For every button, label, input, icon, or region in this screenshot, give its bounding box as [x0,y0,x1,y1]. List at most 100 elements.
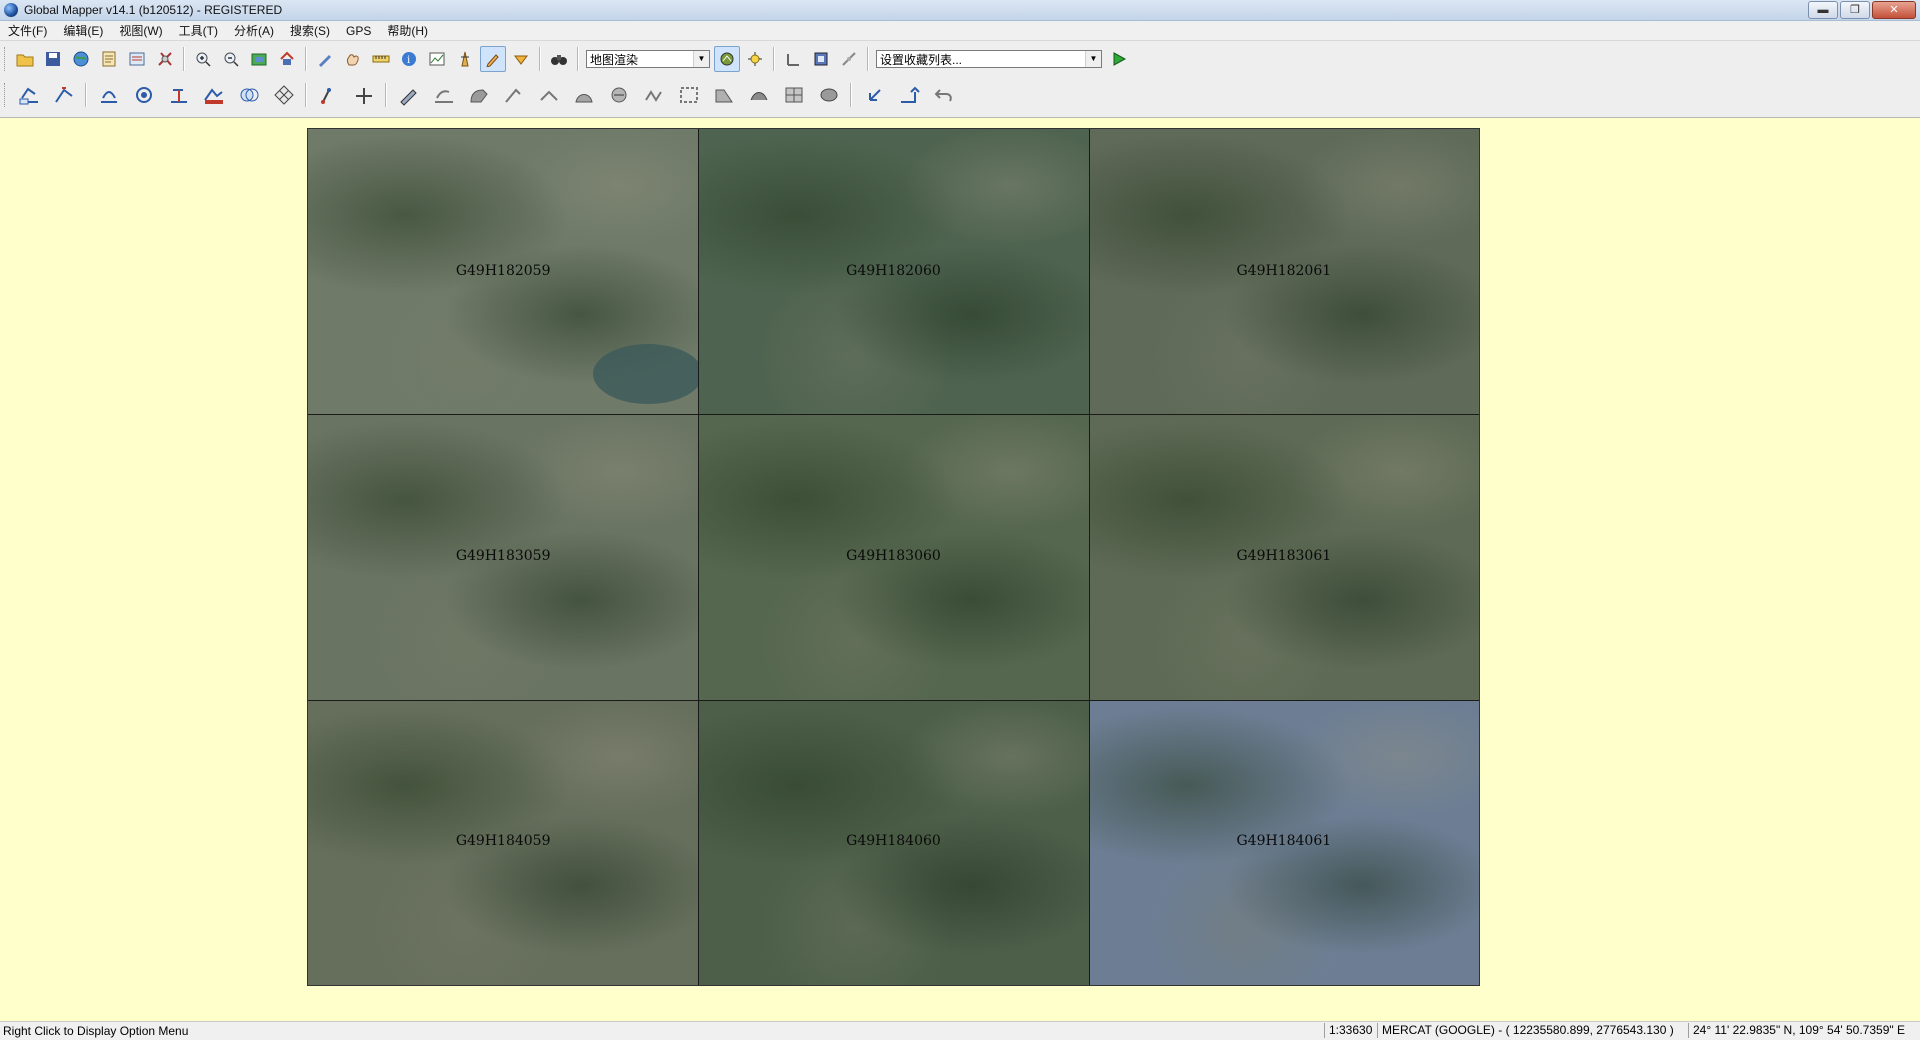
tile-label: G49H184059 [455,833,551,850]
zoom-in-icon[interactable] [190,46,216,72]
map-view[interactable]: G49H182059 G49H182060 G49H182061 G49H183059… [307,128,1480,986]
favorites-select[interactable]: 设置收藏列表... ▼ [876,50,1102,68]
tile-label: G49H184060 [846,833,941,850]
feature-tool-8-icon[interactable] [672,79,705,111]
create-circle-icon[interactable] [127,79,160,111]
menu-tools[interactable]: 工具(T) [171,22,226,39]
menu-help[interactable]: 帮助(H) [379,22,436,39]
home-icon[interactable] [274,46,300,72]
map-tile: G49H182060 [698,129,1089,415]
globe-app-icon [4,3,18,17]
layer-control-icon[interactable] [124,46,150,72]
digitize-pen-icon[interactable] [480,46,506,72]
move-vertex-icon[interactable] [312,79,345,111]
create-line-icon[interactable] [47,79,80,111]
feature-tool-1-icon[interactable] [427,79,460,111]
buffer-icon[interactable] [232,79,265,111]
feature-tool-4-icon[interactable] [532,79,565,111]
3d-view-icon[interactable] [808,46,834,72]
toolbar-separator [577,47,579,71]
chevron-down-icon: ▼ [1085,51,1101,67]
render-options-icon[interactable] [836,46,862,72]
title-bar: Global Mapper v14.1 (b120512) - REGISTER… [0,0,1920,21]
create-area-icon[interactable] [12,79,45,111]
toolbar-separator [867,47,869,71]
chevron-down-icon: ▼ [693,51,709,67]
menu-file[interactable]: 文件(F) [0,22,55,39]
toolbar-separator [539,47,541,71]
full-view-icon[interactable] [246,46,272,72]
dropdown-arrow-icon[interactable] [508,46,534,72]
tile-label: G49H182061 [1236,262,1332,279]
toolbar-separator [385,83,387,107]
menu-bar: 文件(F) 编辑(E) 视图(W) 工具(T) 分析(A) 搜索(S) GPS … [0,21,1920,41]
render-mode-select[interactable]: 地图渲染 ▼ [586,50,710,68]
toolbar-area: i 地图渲染 ▼ 设置收藏列表... ▼ [0,41,1920,118]
toolbar-separator [183,47,185,71]
tile-boundary-line [698,129,699,985]
path-profile-icon[interactable] [424,46,450,72]
vertical-scale-icon[interactable] [780,46,806,72]
toolbar-grip [4,83,8,107]
svg-text:i: i [407,55,410,66]
feature-tool-11-icon[interactable] [777,79,810,111]
pan-hand-icon[interactable] [340,46,366,72]
map-tile: G49H183060 [698,414,1089,700]
binoculars-icon[interactable] [546,46,572,72]
config-icon[interactable] [152,46,178,72]
menu-view[interactable]: 视图(W) [111,22,170,39]
run-play-icon[interactable] [1106,46,1132,72]
close-button[interactable]: ✕ [1872,1,1916,19]
split-line-icon[interactable] [347,79,380,111]
tile-boundary-line [1089,129,1090,985]
toolbar-separator [305,83,307,107]
tile-label: G49H183059 [455,547,551,564]
feature-tool-7-icon[interactable] [637,79,670,111]
restore-button[interactable]: ❐ [1840,1,1870,19]
toolbar-grip [4,47,8,71]
toolbar-separator [305,47,307,71]
undo-icon[interactable] [927,79,960,111]
feature-tool-9-icon[interactable] [707,79,740,111]
measure-icon[interactable] [368,46,394,72]
catalog-icon[interactable] [96,46,122,72]
window-title: Global Mapper v14.1 (b120512) - REGISTER… [24,3,283,17]
view-shed-icon[interactable] [452,46,478,72]
feature-info-icon[interactable]: i [396,46,422,72]
light-source-icon[interactable] [742,46,768,72]
shader-icon[interactable] [714,46,740,72]
draw-edit-icon[interactable] [392,79,425,111]
digitizer-icon[interactable] [312,46,338,72]
favorites-value: 设置收藏列表... [880,53,963,67]
minimize-button[interactable]: ▬ [1808,1,1838,19]
status-projection: MERCAT (GOOGLE) - ( 12235580.899, 277654… [1377,1023,1688,1038]
menu-search[interactable]: 搜索(S) [282,22,338,39]
menu-edit[interactable]: 编辑(E) [55,22,111,39]
grid-icon[interactable] [267,79,300,111]
tile-boundary-line [308,414,1479,415]
status-latlon: 24° 11' 22.9835" N, 109° 54' 50.7359" E [1688,1023,1920,1038]
map-tile: G49H183059 [308,414,699,700]
edit-vertices-icon[interactable] [162,79,195,111]
tile-label: G49H182060 [846,262,941,279]
zoom-out-icon[interactable] [218,46,244,72]
feature-tool-2-icon[interactable] [462,79,495,111]
open-folder-icon[interactable] [12,46,38,72]
window-controls: ▬ ❐ ✕ [1808,1,1916,19]
feature-tool-10-icon[interactable] [742,79,775,111]
move-feature-icon[interactable] [892,79,925,111]
map-tile: G49H184060 [698,699,1089,985]
menu-gps[interactable]: GPS [338,24,379,38]
create-point-icon[interactable] [92,79,125,111]
feature-tool-6-icon[interactable] [602,79,635,111]
feature-tool-12-icon[interactable] [812,79,845,111]
rotate-icon[interactable] [857,79,890,111]
globe-icon[interactable] [68,46,94,72]
feature-tool-3-icon[interactable] [497,79,530,111]
lake-shape [593,344,703,404]
map-tile: G49H182061 [1088,129,1479,415]
feature-tool-5-icon[interactable] [567,79,600,111]
menu-analysis[interactable]: 分析(A) [226,22,282,39]
create-code-icon[interactable] [197,79,230,111]
save-icon[interactable] [40,46,66,72]
